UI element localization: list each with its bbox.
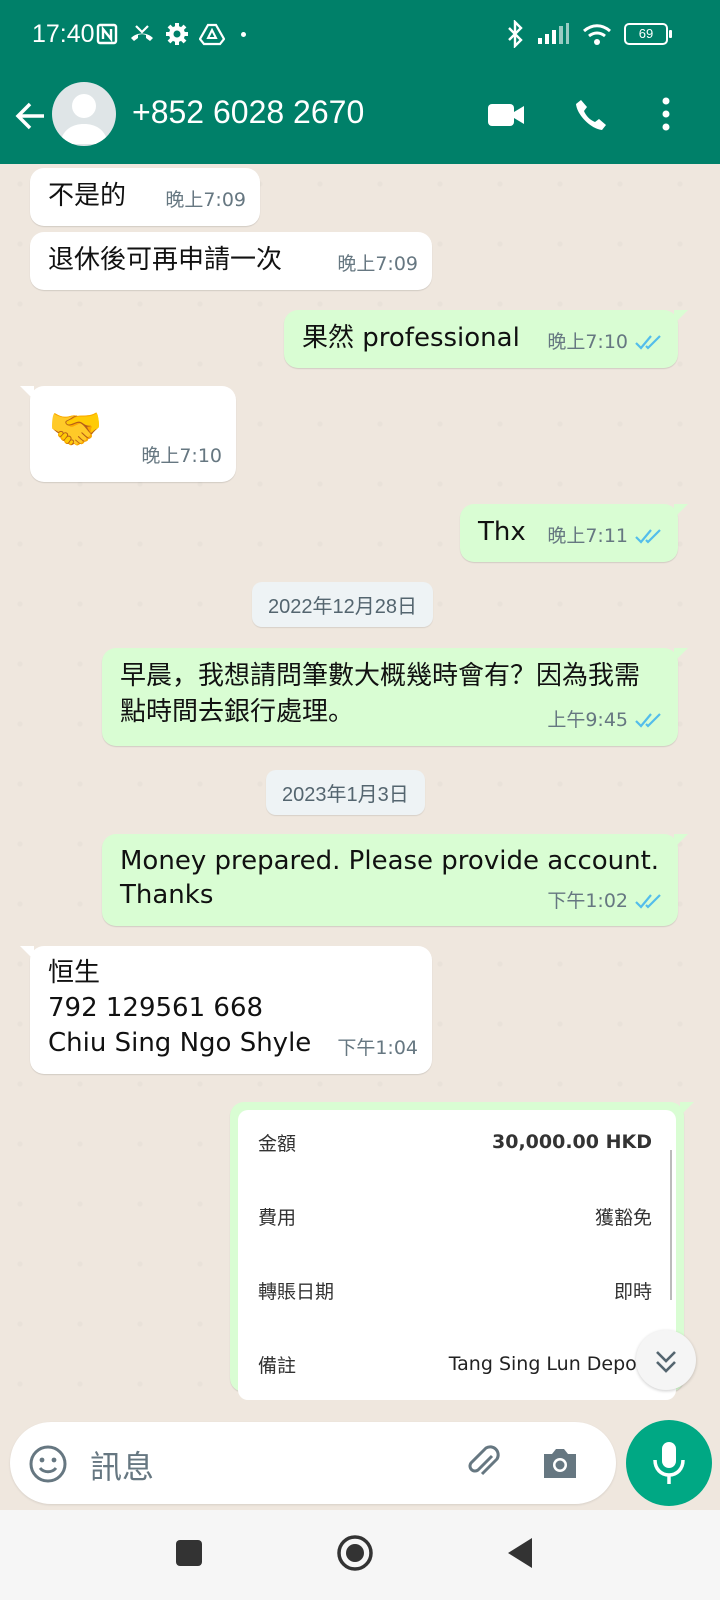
message-time: 晚上7:10 [141,445,222,467]
video-call-icon[interactable] [486,100,526,130]
notification-dot-icon [241,31,246,37]
read-receipt-icon [635,335,661,350]
camera-icon[interactable] [540,1444,580,1482]
status-notification-icons [95,22,246,46]
receipt-row: 轉賬日期 即時 [258,1270,652,1310]
drive-icon [199,23,225,46]
date-label: 2023年1月3日 [282,784,409,806]
transfer-receipt-image[interactable]: 金額 30,000.00 HKD 費用 獲豁免 轉賬日期 即時 備註 Tang … [230,1102,694,1400]
receipt-value: Tang Sing Lun Deposi [448,1353,652,1375]
receipt-label: 費用 [258,1206,297,1229]
message-time: 晚上7:09 [165,189,246,211]
message-time: 上午9:45 [547,709,628,731]
message-text-line: 恒生 [48,958,101,988]
mic-icon [653,1442,685,1484]
read-receipt-icon [635,713,661,728]
nav-home-icon[interactable] [336,1534,374,1572]
more-options-icon[interactable] [660,96,672,132]
system-navigation-bar [0,1510,720,1600]
contact-name[interactable]: +852 6028 2670 [132,94,364,131]
message-text: 退休後可再申請一次 [48,245,283,275]
receipt-value: 獲豁免 [594,1206,652,1229]
receipt-value: 即時 [613,1280,652,1303]
attach-icon[interactable] [462,1442,504,1484]
missed-call-icon [131,25,153,41]
back-arrow-icon[interactable] [14,96,48,136]
message-input[interactable]: 訊息 [90,1442,154,1488]
read-receipt-icon [635,894,661,909]
battery-icon: 69 [624,23,672,45]
message-text: 不是的 [48,181,127,211]
message-bubble-outgoing[interactable]: 果然 professional 晚上7:10 [284,310,688,368]
phone-icon[interactable] [574,98,608,132]
message-text-line: 792 129561 668 [48,993,264,1023]
message-bubble-outgoing[interactable]: 早晨，我想請問筆數大概幾時會有？因為我需點時間去銀行處理。 上午9:45 [102,648,688,746]
message-bubble-incoming[interactable]: 🤝 晚上7:10 [20,386,236,482]
receipt-row: 金額 30,000.00 HKD [258,1122,652,1162]
date-label: 2022年12月28日 [268,596,417,618]
bluetooth-icon [508,20,523,48]
default-avatar-icon [60,94,108,144]
message-bubble-outgoing[interactable]: Thx 晚上7:11 [460,504,688,562]
wifi-icon [583,24,611,45]
avatar[interactable] [52,82,116,146]
message-input-bar[interactable]: 訊息 [10,1422,616,1504]
nfc-icon [96,23,118,45]
message-time: 下午1:02 [547,890,628,912]
receipt-scrollbar [666,1150,672,1300]
emoji-icon[interactable] [28,1444,68,1484]
message-time: 晚上7:10 [547,331,628,353]
message-time: 晚上7:11 [547,525,628,547]
message-bubble-incoming[interactable]: 不是的 晚上7:09 [30,168,260,226]
status-time: 17:40 [32,20,95,48]
status-bar: 17:40 69 [0,0,720,72]
status-system-icons: 69 [506,20,672,48]
nav-recents-icon[interactable] [174,1538,204,1568]
scroll-down-icon [656,1351,676,1373]
chat-area[interactable]: 不是的 晚上7:09 退休後可再申請一次 晚上7:09 果然 professio… [0,164,720,1414]
message-bubble-incoming[interactable]: 退休後可再申請一次 晚上7:09 [30,232,432,290]
receipt-label: 備註 [258,1354,297,1377]
receipt-value: 30,000.00 HKD [492,1131,652,1153]
read-receipt-icon [635,529,661,544]
message-time: 晚上7:09 [337,253,418,275]
transfer-receipt-content: 金額 30,000.00 HKD 費用 獲豁免 轉賬日期 即時 備註 Tang … [238,1110,676,1400]
message-text: 果然 professional [302,323,520,353]
receipt-row: 備註 Tang Sing Lun Deposi [258,1344,652,1384]
chat-header: +852 6028 2670 [0,72,720,164]
receipt-label: 轉賬日期 [258,1280,335,1303]
receipt-row: 費用 獲豁免 [258,1196,652,1236]
message-text: Thx [478,517,526,547]
date-separator: 2023年1月3日 [266,770,425,815]
signal-icon [538,23,569,44]
date-separator: 2022年12月28日 [252,582,433,627]
settings-gear-icon [166,23,188,45]
message-time: 下午1:04 [337,1037,418,1059]
message-bubble-incoming[interactable]: 恒生 792 129561 668 Chiu Sing Ngo Shyle 下午… [20,946,432,1074]
message-bubble-outgoing[interactable]: Money prepared. Please provide account. … [102,834,688,926]
nav-back-icon[interactable] [506,1536,536,1570]
message-emoji: 🤝 [48,404,103,455]
voice-message-button[interactable] [626,1420,712,1506]
receipt-label: 金額 [258,1132,297,1155]
scroll-to-bottom-button[interactable] [636,1330,696,1390]
